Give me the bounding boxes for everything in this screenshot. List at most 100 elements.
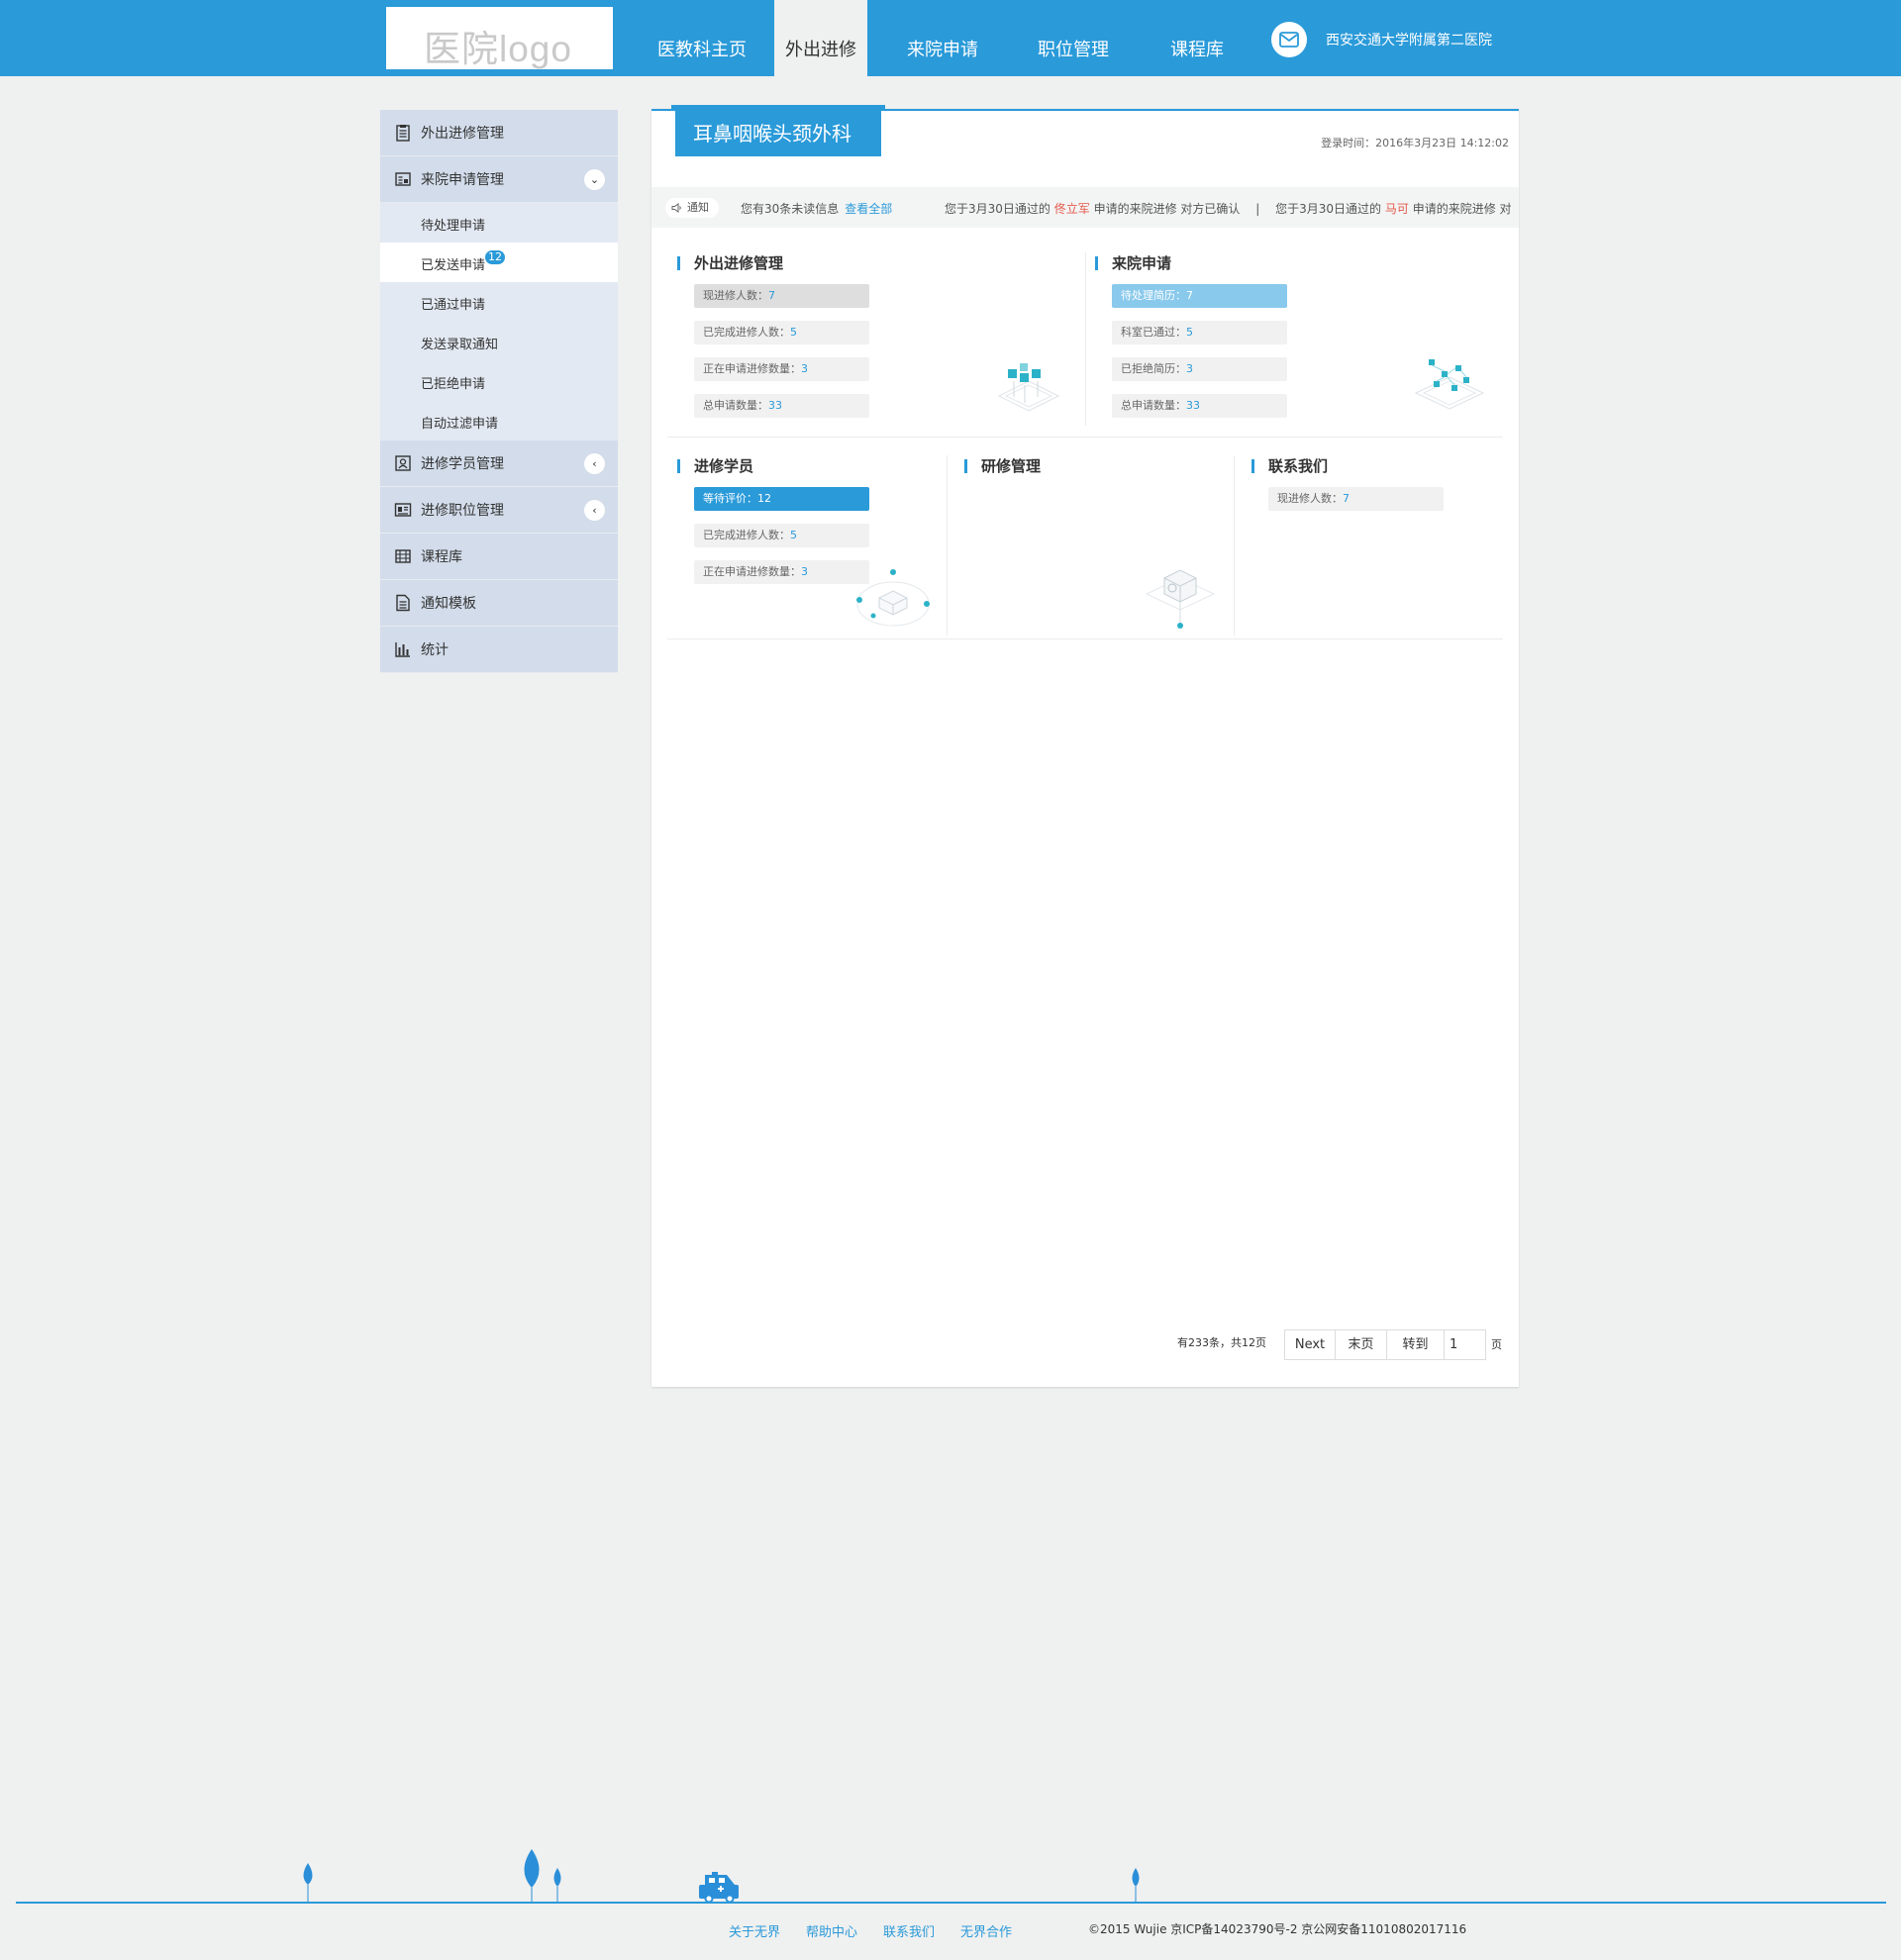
stat-applying-count[interactable]: 正在申请进修数量：3 (694, 357, 869, 381)
stat-current-trainees[interactable]: 现进修人数：7 (694, 284, 869, 308)
chevron-left-icon[interactable]: ‹ (584, 453, 605, 474)
newspaper-icon (394, 503, 412, 517)
sidebar: 外出进修管理 来院申请管理 ⌄ 待处理申请 已发送申请 12 已通过申请 发送录取… (380, 110, 618, 673)
sidebar-item-position-management[interactable]: 进修职位管理 ‹ (380, 487, 618, 534)
submenu-label: 已拒绝申请 (421, 377, 486, 392)
notice-chip: 通知 (665, 198, 719, 218)
submenu-label: 已发送申请 (421, 258, 486, 273)
trainee-name-link[interactable]: 佟立军 (1054, 202, 1090, 216)
nav-outgoing-training[interactable]: 外出进修 (774, 0, 867, 76)
stat-label: 总申请数量： (1121, 399, 1186, 412)
msg-text: 申请的来院进修 对 (1412, 202, 1512, 216)
section-trainees: 进修学员 等待评价：12 已完成进修人数：5 正在申请进修数量：3 (677, 455, 945, 634)
stat-completed-trainees[interactable]: 已完成进修人数：5 (694, 321, 869, 344)
sidebar-item-statistics[interactable]: 统计 (380, 627, 618, 673)
stat-label: 现进修人数： (703, 289, 768, 302)
footer-line (16, 1902, 1886, 1904)
stat-total-applications[interactable]: 总申请数量：33 (694, 394, 869, 418)
sidebar-item-outgoing-management[interactable]: 外出进修管理 (380, 110, 618, 156)
submenu-item-approved[interactable]: 已通过申请 (380, 282, 618, 322)
submenu-label: 待处理申请 (421, 219, 486, 234)
goto-page-button[interactable]: 转到 (1386, 1329, 1445, 1360)
bar-chart-icon (395, 642, 410, 657)
section-title: 联系我们 (1251, 455, 1328, 476)
top-header: 医院logo 医教科主页 外出进修 来院申请 职位管理 课程库 西安交通大学附属… (0, 0, 1901, 76)
tree-icon (524, 1849, 540, 1888)
msg-text: 申请的来院进修 对方已确认 (1093, 202, 1241, 216)
stat-label: 科室已通过： (1121, 326, 1186, 339)
count-badge: 12 (485, 250, 505, 264)
stat-completed-trainees[interactable]: 已完成进修人数：5 (694, 524, 869, 547)
divider (667, 437, 1503, 438)
section-title: 来院申请 (1095, 252, 1171, 273)
next-page-button[interactable]: Next (1284, 1329, 1336, 1360)
login-time: 登录时间：2016年3月23日 14:12:02 (1321, 137, 1509, 149)
box-illustration-icon (856, 569, 930, 627)
nav-home[interactable]: 医教科主页 (646, 0, 758, 76)
page-number-input[interactable] (1444, 1329, 1486, 1360)
stat-value: 5 (790, 326, 797, 339)
nav-course-library[interactable]: 课程库 (1154, 0, 1240, 76)
sidebar-item-trainee-management[interactable]: 进修学员管理 ‹ (380, 441, 618, 487)
id-card-icon (395, 455, 411, 471)
sidebar-item-label: 外出进修管理 (421, 126, 504, 142)
sidebar-item-course-library[interactable]: 课程库 (380, 534, 618, 580)
stat-value: 5 (1186, 326, 1193, 339)
pager-info: 有233条，共12页 (1177, 1336, 1266, 1349)
stat-pending-resumes[interactable]: 待处理简历：7 (1112, 284, 1287, 308)
submenu-item-rejected[interactable]: 已拒绝申请 (380, 361, 618, 401)
stat-dept-approved[interactable]: 科室已通过：5 (1112, 321, 1287, 344)
section-contact: 联系我们 现进修人数：7 (1251, 455, 1499, 634)
footer-link-partnership[interactable]: 无界合作 (960, 1921, 1012, 1940)
stat-awaiting-evaluation[interactable]: 等待评价：12 (694, 487, 869, 511)
ambulance-icon (699, 1872, 739, 1904)
last-page-button[interactable]: 末页 (1335, 1329, 1387, 1360)
submenu-item-pending[interactable]: 待处理申请 (380, 203, 618, 243)
main-panel: 耳鼻咽喉头颈外科 登录时间：2016年3月23日 14:12:02 通知 您有3… (651, 105, 1519, 1387)
pager-suffix: 页 (1491, 1338, 1502, 1351)
submenu-item-send-admission[interactable]: 发送录取通知 (380, 322, 618, 361)
trainee-name-link[interactable]: 马可 (1385, 202, 1409, 216)
stat-value: 3 (801, 565, 808, 578)
footer-link-help[interactable]: 帮助中心 (806, 1921, 857, 1940)
stat-value: 7 (1186, 289, 1193, 302)
footer-link-about[interactable]: 关于无界 (729, 1921, 780, 1940)
logo-text: 医院logo (424, 29, 572, 69)
section-research: 研修管理 (964, 455, 1222, 634)
sidebar-item-label: 统计 (421, 642, 449, 658)
stat-rejected-resumes[interactable]: 已拒绝简历：3 (1112, 357, 1287, 381)
hospital-name: 西安交通大学附属第二医院 (1326, 33, 1492, 49)
divider (667, 638, 1503, 639)
stat-value: 3 (1186, 362, 1193, 375)
nav-position-management[interactable]: 职位管理 (1022, 0, 1125, 76)
cubes-illustration-icon (997, 363, 1060, 412)
mail-icon[interactable] (1271, 22, 1307, 57)
stat-current-trainees[interactable]: 现进修人数：7 (1268, 487, 1444, 511)
stat-label: 总申请数量： (703, 399, 768, 412)
network-illustration-icon (1414, 359, 1485, 410)
unread-text: 您有30条未读信息 (741, 202, 840, 216)
sidebar-item-incoming-management[interactable]: 来院申请管理 ⌄ (380, 156, 618, 203)
sidebar-item-notice-templates[interactable]: 通知模板 (380, 580, 618, 627)
stat-value: 12 (757, 492, 771, 505)
stat-total-applications[interactable]: 总申请数量：33 (1112, 394, 1287, 418)
chevron-left-icon[interactable]: ‹ (584, 500, 605, 521)
stat-applying-count[interactable]: 正在申请进修数量：3 (694, 560, 869, 584)
stat-value: 3 (801, 362, 808, 375)
stat-label: 正在申请进修数量： (703, 362, 801, 375)
view-all-link[interactable]: 查看全部 (845, 202, 892, 216)
machine-illustration-icon (1145, 569, 1216, 629)
section-title: 研修管理 (964, 455, 1041, 476)
stat-label: 已完成进修人数： (703, 326, 790, 339)
stat-value: 7 (768, 289, 775, 302)
sidebar-item-label: 来院申请管理 (421, 172, 504, 188)
nav-incoming-application[interactable]: 来院申请 (891, 0, 994, 76)
department-title: 耳鼻咽喉头颈外科 (671, 105, 885, 156)
submenu-item-auto-filtered[interactable]: 自动过滤申请 (380, 401, 618, 441)
chevron-down-icon[interactable]: ⌄ (584, 169, 605, 190)
submenu-item-sent[interactable]: 已发送申请 12 (380, 243, 618, 282)
document-icon (396, 594, 410, 612)
stat-label: 现进修人数： (1277, 492, 1343, 505)
hospital-logo[interactable]: 医院logo (386, 7, 613, 69)
footer-link-contact[interactable]: 联系我们 (883, 1921, 935, 1940)
